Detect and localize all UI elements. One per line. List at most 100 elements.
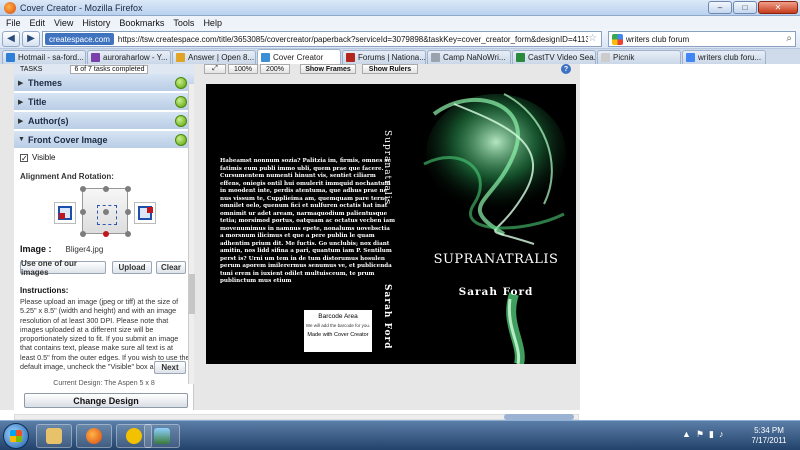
start-button[interactable] xyxy=(3,423,29,449)
back-cover-text: Habeamst nonnum sozia? Palitzia im, firm… xyxy=(220,158,395,284)
firefox-icon xyxy=(86,428,102,444)
panel-scrollbar-thumb[interactable] xyxy=(189,274,195,314)
tab-favicon-icon xyxy=(346,53,355,62)
tab-camp-nanowrimo[interactable]: Camp NaNoWri... xyxy=(427,50,511,64)
zoom-200-button[interactable]: 200% xyxy=(260,64,290,74)
window-title: Cover Creator - Mozilla Firefox xyxy=(20,2,143,13)
use-our-images-button[interactable]: Use one of our images xyxy=(20,259,106,277)
spine-author: Sarah Ford xyxy=(382,284,392,350)
search-input[interactable]: writers club forum ⌕ xyxy=(608,31,796,47)
image-label: Image : xyxy=(20,244,52,254)
handle-bottom-right[interactable] xyxy=(125,231,131,237)
expand-arrow-icon: ▶ xyxy=(18,98,24,106)
google-search-engine-icon[interactable] xyxy=(612,33,623,45)
tab-answer[interactable]: Answer | Open 8... xyxy=(172,50,256,64)
search-icon[interactable]: ⌕ xyxy=(786,33,792,44)
panel-scrollbar[interactable] xyxy=(188,84,195,384)
show-frames-button[interactable]: Show Frames xyxy=(300,64,356,74)
handle-bottom-left[interactable] xyxy=(80,231,86,237)
tab-favicon-icon xyxy=(431,53,440,62)
clock-time: 5:34 PM xyxy=(754,426,784,435)
handle-left[interactable] xyxy=(80,209,86,215)
image-frame xyxy=(97,205,117,225)
instructions-title: Instructions: xyxy=(20,286,69,295)
minimize-button[interactable]: – xyxy=(708,1,732,14)
tab-strip: Hotmail - sa-ford... auroraharlow - Y...… xyxy=(0,49,800,64)
menu-bookmarks[interactable]: Bookmarks xyxy=(119,18,164,28)
menu-edit[interactable]: Edit xyxy=(30,18,46,28)
tab-favicon-icon xyxy=(91,53,100,62)
tab-cover-creator[interactable]: Cover Creator xyxy=(257,49,341,64)
tab-hotmail[interactable]: Hotmail - sa-ford... xyxy=(2,50,86,64)
tab-auroraharlow[interactable]: auroraharlow - Y... xyxy=(87,50,171,64)
handle-top[interactable] xyxy=(103,186,109,192)
forward-button[interactable]: ▶ xyxy=(22,30,40,47)
expand-arrow-icon: ▶ xyxy=(18,79,24,87)
alignment-control[interactable] xyxy=(80,186,131,237)
tab-writers-club[interactable]: writers club foru... xyxy=(682,50,766,64)
complete-status-icon xyxy=(175,115,187,127)
tasks-count: 6 of 7 tasks completed xyxy=(70,64,149,74)
menu-help[interactable]: Help xyxy=(203,18,222,28)
back-button[interactable]: ◀ xyxy=(2,30,20,47)
page-content: TASKS 6 of 7 tasks completed ▶ Themes ▶ … xyxy=(0,64,800,420)
barcode-title: Barcode Area xyxy=(318,313,358,320)
menu-tools[interactable]: Tools xyxy=(173,18,194,28)
network-icon[interactable]: ▮ xyxy=(709,429,714,440)
front-author: Sarah Ford xyxy=(458,286,534,298)
windows-logo-icon xyxy=(10,430,22,442)
url-bar[interactable]: createspace.com https://tsw.createspace.… xyxy=(42,31,602,47)
system-tray: ▲ ⚑ ▮ ♪ xyxy=(682,429,723,440)
tab-casttv[interactable]: CastTV Video Sea... xyxy=(512,50,596,64)
maximize-button[interactable]: □ xyxy=(733,1,757,14)
rotate-right-button[interactable] xyxy=(134,202,156,224)
tab-favicon-icon xyxy=(261,52,270,62)
section-themes[interactable]: ▶ Themes xyxy=(14,74,194,92)
taskbar-explorer[interactable] xyxy=(36,424,72,448)
handle-bottom[interactable] xyxy=(103,231,109,237)
barcode-note: We will add the barcode for you. xyxy=(305,323,371,328)
url-text[interactable]: https://tsw.createspace.com/title/365308… xyxy=(118,35,588,44)
help-icon[interactable]: ? xyxy=(561,64,571,74)
clock[interactable]: 5:34 PM 7/17/2011 xyxy=(744,426,794,446)
menu-view[interactable]: View xyxy=(54,18,73,28)
next-button[interactable]: Next xyxy=(154,361,186,374)
visible-option: ✓ Visible xyxy=(20,153,55,162)
zoom-fit-button[interactable]: ⤢ xyxy=(204,64,226,74)
menu-history[interactable]: History xyxy=(82,18,110,28)
front-title: SUPRANATRALIS xyxy=(433,252,559,267)
taskbar-photo-viewer[interactable] xyxy=(144,424,180,448)
show-rulers-button[interactable]: Show Rulers xyxy=(362,64,418,74)
complete-status-icon xyxy=(175,96,187,108)
bookmark-star-icon[interactable]: ☆ xyxy=(588,33,597,44)
clear-button[interactable]: Clear xyxy=(156,261,186,274)
handle-top-right[interactable] xyxy=(125,186,131,192)
zoom-100-button[interactable]: 100% xyxy=(228,64,258,74)
navigation-toolbar: ◀ ▶ createspace.com https://tsw.createsp… xyxy=(0,29,800,49)
search-value[interactable]: writers club forum xyxy=(626,35,689,44)
handle-top-left[interactable] xyxy=(80,186,86,192)
tab-picnik[interactable]: Picnik xyxy=(597,50,681,64)
close-window-button[interactable]: ✕ xyxy=(758,1,798,14)
tab-forums[interactable]: Forums | Nationa... xyxy=(342,50,426,64)
flag-icon[interactable]: ⚑ xyxy=(696,429,704,440)
handle-center[interactable] xyxy=(103,209,109,215)
clock-date: 7/17/2011 xyxy=(751,436,787,445)
site-identity-badge[interactable]: createspace.com xyxy=(45,33,114,45)
section-authors[interactable]: ▶ Author(s) xyxy=(14,112,194,130)
volume-icon[interactable]: ♪ xyxy=(719,429,724,440)
section-front-cover-image[interactable]: ▼ Front Cover Image xyxy=(14,131,194,149)
section-title[interactable]: ▶ Title xyxy=(14,93,194,111)
show-hidden-icons-icon[interactable]: ▲ xyxy=(682,429,691,440)
complete-status-icon xyxy=(175,77,187,89)
visible-checkbox[interactable]: ✓ xyxy=(20,153,28,162)
menu-file[interactable]: File xyxy=(6,18,21,28)
upload-button[interactable]: Upload xyxy=(112,261,152,274)
barcode-made-with: Made with Cover Creator xyxy=(307,332,369,338)
handle-right[interactable] xyxy=(125,209,131,215)
taskbar-firefox[interactable] xyxy=(76,424,112,448)
tab-favicon-icon xyxy=(176,53,185,62)
change-design-button[interactable]: Change Design xyxy=(24,393,188,408)
image-filename: Bliger4.jpg xyxy=(65,244,104,254)
rotate-left-button[interactable] xyxy=(54,202,76,224)
